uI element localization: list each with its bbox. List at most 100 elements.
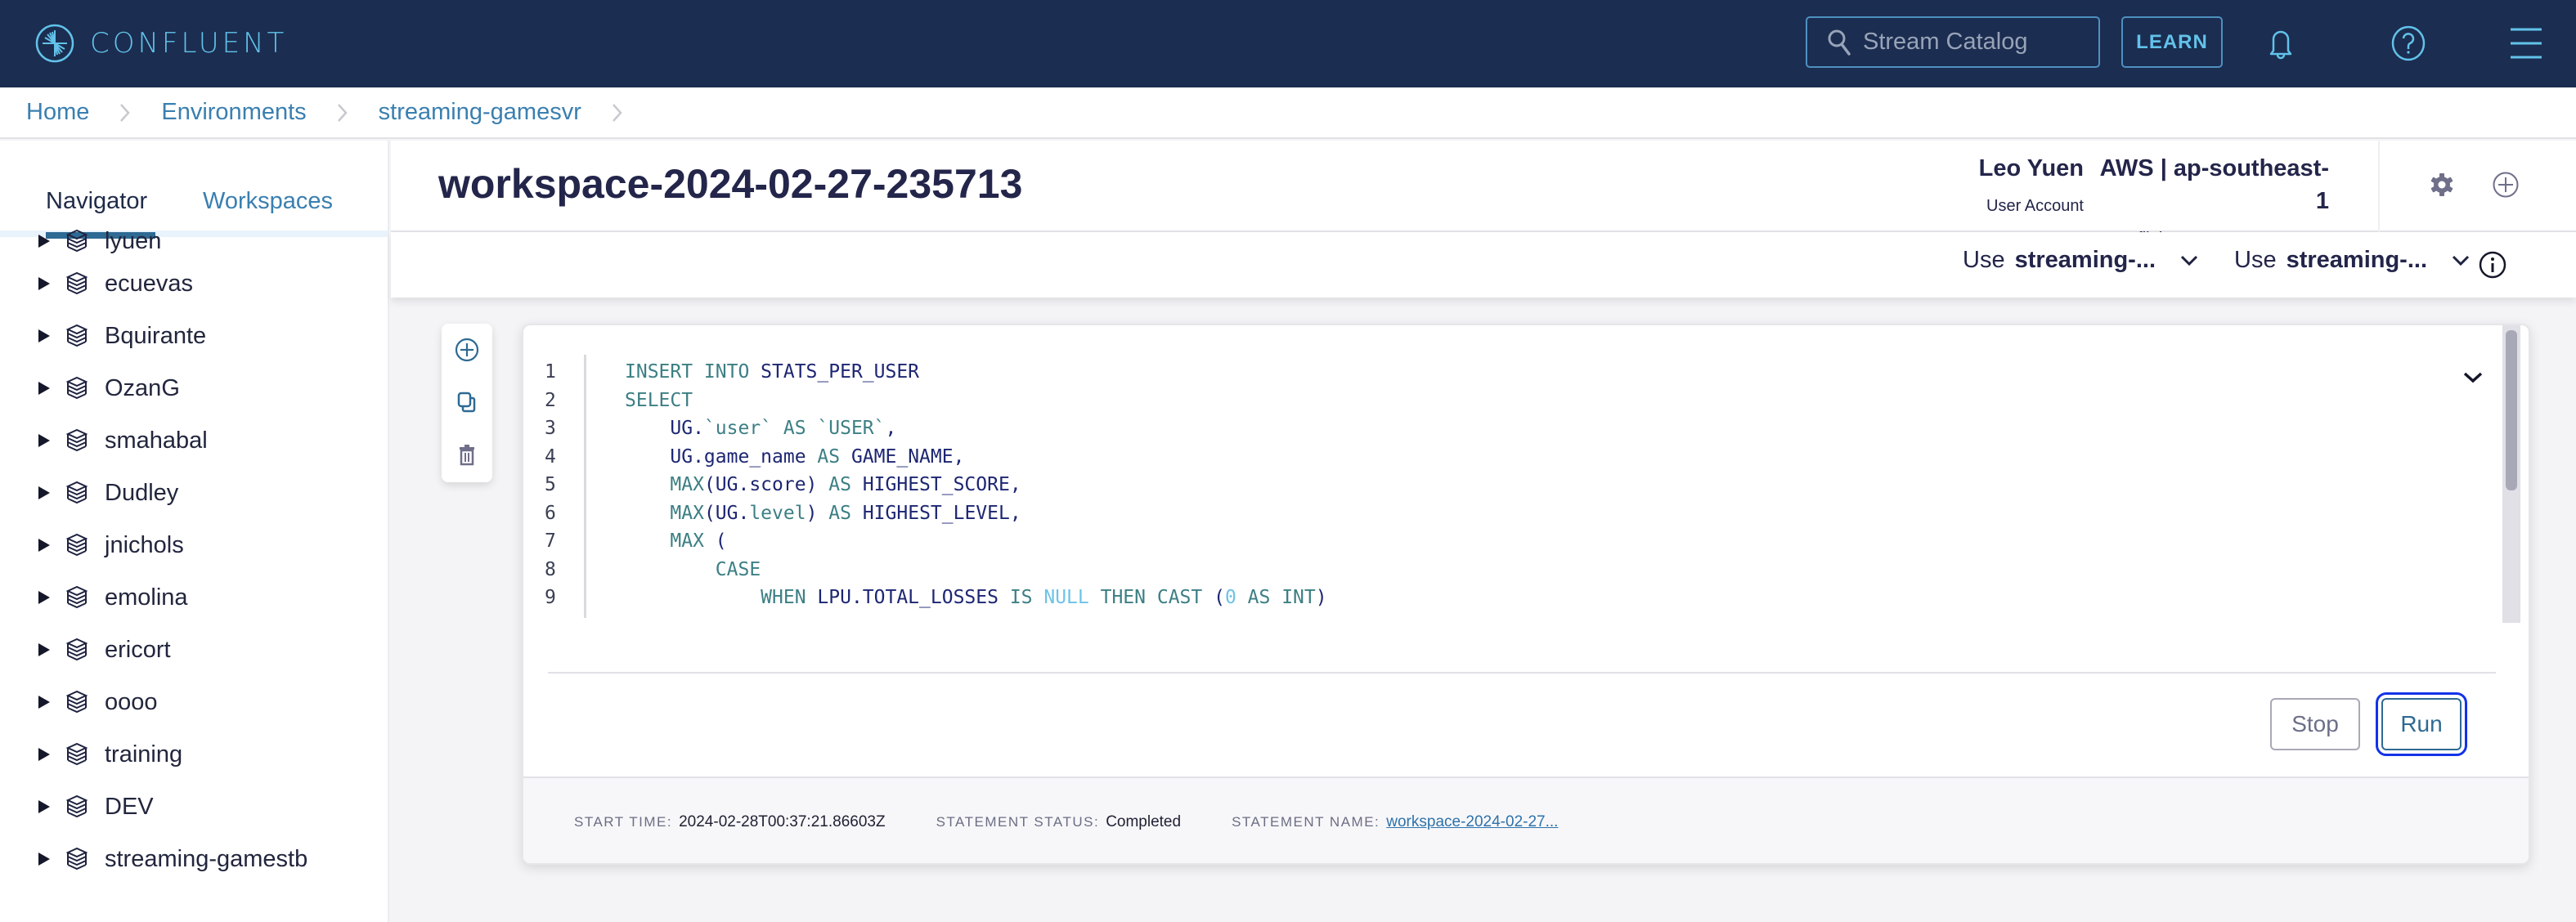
expand-caret-icon[interactable] [38,234,51,248]
catalog-select[interactable]: Use streaming-... [1963,247,2198,274]
code-token: ) [1315,587,1327,608]
search-input[interactable] [1863,29,2092,56]
tab-navigator[interactable]: Navigator [46,188,147,215]
tree-item-label: lyuen [105,227,162,254]
code-token: level [749,502,806,524]
chevron-down-icon [2180,255,2198,266]
expand-caret-icon[interactable] [38,381,51,396]
sidebar-tabs: Navigator Workspaces [0,141,388,239]
database-icon [65,481,88,504]
info-icon[interactable] [2479,251,2506,279]
code-token: THEN CAST [1100,587,1214,608]
help-button[interactable] [2388,23,2429,64]
start-time-label: START TIME: [574,814,673,830]
code-line: 1 INSERT INTO STATS_PER_USER [523,358,2486,386]
expand-caret-icon[interactable] [38,799,51,814]
main-menu-button[interactable] [2506,23,2547,64]
code-token: (UG. [703,502,750,524]
confluent-logo[interactable]: CONFLUENT [34,21,287,65]
code-token: AS [828,474,863,495]
tree-item-database[interactable]: oooo [0,676,388,728]
chevron-right-icon [611,102,624,123]
tree-item-database[interactable]: OzanG [0,362,388,414]
expand-caret-icon[interactable] [38,852,51,866]
top-nav: CONFLUENT LEARN [0,0,2576,87]
duplicate-cell-button[interactable] [454,389,480,415]
expand-caret-icon[interactable] [38,590,51,605]
code-token: LPU.TOTAL_LOSSES [817,587,1010,608]
tree-item-database[interactable]: training [0,728,388,781]
tree-item-database[interactable]: streaming-gamestb [0,833,388,885]
database-icon [65,376,88,400]
tree-item-database[interactable]: ericort [0,624,388,676]
tab-workspaces[interactable]: Workspaces [203,188,333,215]
line-number: 8 [545,558,556,580]
code-line: 8 CASE [523,556,2486,584]
expand-caret-icon[interactable] [38,433,51,448]
learn-button[interactable]: LEARN [2121,16,2223,68]
tree-item-label: oooo [105,688,158,715]
chevron-down-icon[interactable] [2463,371,2483,384]
database-icon [65,690,88,714]
tree-item-database[interactable]: Bquirante [0,310,388,362]
help-icon [2391,25,2426,61]
tree-item-database[interactable]: DEV [0,781,388,833]
stop-button[interactable]: Stop [2270,698,2360,750]
expand-caret-icon[interactable] [38,747,51,762]
code-text: MAX(UG.level) AS HIGHEST_LEVEL, [625,499,1021,527]
chevron-right-icon [336,102,349,123]
tree-item-database[interactable]: Dudley [0,467,388,519]
tree-item-label: jnichols [105,531,184,558]
database-icon [65,271,88,295]
add-circle-icon[interactable] [2491,170,2520,199]
stream-catalog-search[interactable] [1806,16,2100,68]
statement-name-link[interactable]: workspace-2024-02-27... [1386,813,1558,831]
trash-icon [460,445,474,466]
expand-caret-icon[interactable] [38,486,51,500]
line-number: 1 [545,361,556,383]
tree-item-label: ericort [105,636,171,663]
editor-scrollbar[interactable] [2502,325,2520,623]
search-icon [1828,29,1851,56]
delete-cell-button[interactable] [454,441,480,468]
tree-item-database[interactable]: emolina [0,571,388,624]
tree-item-database[interactable]: smahabal [0,414,388,467]
expand-caret-icon[interactable] [38,329,51,343]
database-select-prefix: Use [2234,247,2277,273]
expand-caret-icon[interactable] [38,695,51,709]
code-line: 7 MAX ( [523,527,2486,555]
database-icon [65,229,88,253]
line-number: 3 [545,418,556,439]
line-number: 9 [545,587,556,608]
statement-info-bar: START TIME: 2024-02-28T00:37:21.86603Z S… [523,777,2529,863]
expand-caret-icon[interactable] [38,642,51,657]
code-token: UG. [625,418,704,439]
tree-item-label: Bquirante [105,322,207,349]
gear-icon[interactable] [2427,170,2457,199]
expand-caret-icon[interactable] [38,276,51,291]
run-button[interactable]: Run [2376,692,2467,756]
scrollbar-thumb[interactable] [2506,330,2517,490]
code-token: AS [817,445,851,468]
code-text: WHEN LPU.TOTAL_LOSSES IS NULL THEN CAST … [625,584,1327,611]
notifications-button[interactable] [2260,23,2301,64]
tree-item-label: ecuevas [105,270,194,297]
breadcrumb-home[interactable]: Home [26,99,89,126]
tree-item-database[interactable]: ecuevas [0,257,388,310]
code-text: MAX ( [625,527,726,555]
code-token: UG.game_name [625,445,818,468]
breadcrumb-environment[interactable]: streaming-gamesvr [379,99,581,126]
code-token: CASE [625,558,761,580]
code-editor[interactable]: 1 INSERT INTO STATS_PER_USER 2 SELECT 3 UG.`… [523,325,2514,623]
user-name: Leo Yuen [1978,155,2084,181]
brand-name: CONFLUENT [90,27,288,60]
tree-item-database[interactable]: jnichols [0,519,388,571]
add-cell-button[interactable] [454,337,480,363]
tree-item-database[interactable]: lyuen [0,225,388,257]
code-token: GAME_NAME, [850,445,965,468]
breadcrumb-environments[interactable]: Environments [161,99,306,126]
workspace-toolbar: Use streaming-... Use streaming-... [391,232,2576,298]
database-icon [65,428,88,452]
expand-caret-icon[interactable] [38,538,51,553]
database-select[interactable]: Use streaming-... [2234,247,2470,274]
